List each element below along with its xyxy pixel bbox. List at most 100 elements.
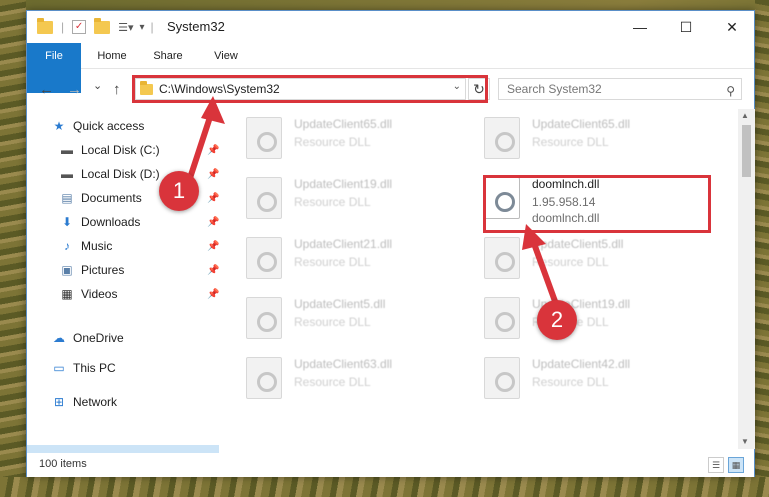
file-item[interactable]: UpdateClient65.dll Resource DLL [484, 113, 704, 163]
dll-file-icon [484, 297, 520, 339]
drive-icon: ▬ [61, 167, 73, 181]
step-badge-2: 2 [537, 300, 577, 340]
download-icon: ⬇ [61, 215, 73, 229]
pin-icon[interactable]: 📌 [207, 217, 219, 228]
music-icon: ♪ [64, 239, 70, 253]
sidebar-item-pictures[interactable]: ▣ Pictures [59, 259, 124, 281]
sidebar-item-label: Music [81, 239, 113, 253]
item-count: 100 items [39, 458, 87, 470]
file-type: Resource DLL [294, 195, 371, 209]
file-item[interactable]: UpdateClient21.dll Resource DLL [246, 233, 466, 283]
file-item[interactable]: UpdateClient5.dll Resource DLL [484, 233, 704, 283]
pin-icon[interactable]: 📌 [207, 145, 219, 156]
navigation-pane: ★ Quick access ▬ Local Disk (C:) 📌 ▬ Loc… [27, 109, 219, 469]
sidebar-item-videos[interactable]: ▦ Videos [59, 283, 117, 305]
desktop-background-bottom [0, 477, 769, 497]
star-icon: ★ [53, 119, 65, 133]
tab-home[interactable]: Home [89, 43, 135, 69]
file-name: UpdateClient65.dll [294, 117, 393, 131]
sidebar-item-label: Quick access [73, 119, 145, 133]
sidebar-item-label: Pictures [81, 263, 125, 277]
file-type: Resource DLL [294, 315, 371, 329]
dll-file-icon [484, 237, 520, 279]
sidebar-item-label: Downloads [81, 215, 141, 229]
customize-toolbar-icon[interactable]: ☰▾ [118, 21, 133, 34]
vertical-scrollbar[interactable]: ▲ ▼ [738, 109, 755, 449]
minimize-button[interactable]: — [617, 11, 663, 43]
dll-file-icon [246, 357, 282, 399]
properties-icon[interactable]: ✓ [72, 20, 87, 34]
close-button[interactable]: ✕ [709, 11, 755, 43]
sidebar-item-label: Local Disk (D:) [81, 167, 160, 181]
sidebar-item-network[interactable]: ⊞ Network [51, 391, 117, 413]
desktop-background-left [0, 0, 26, 497]
sidebar-item-documents[interactable]: ▤ Documents [59, 187, 142, 209]
scroll-down-icon[interactable]: ▼ [741, 437, 749, 446]
sidebar-item-label: Network [73, 395, 118, 409]
file-list: UpdateClient65.dll Resource DLL UpdateCl… [232, 109, 737, 449]
quick-access-toolbar: | ✓ ☰▾ ▾ | [37, 17, 154, 35]
pin-icon[interactable]: 📌 [207, 241, 219, 252]
sidebar-item-local-disk-d[interactable]: ▬ Local Disk (D:) [59, 163, 160, 185]
title-bar: | ✓ ☰▾ ▾ | System32 — ☐ ✕ [27, 11, 754, 43]
file-type: Resource DLL [532, 255, 609, 269]
file-type: Resource DLL [532, 135, 609, 149]
dll-file-icon [484, 357, 520, 399]
dll-file-icon [246, 297, 282, 339]
file-type: Resource DLL [294, 135, 371, 149]
new-folder-icon[interactable] [94, 17, 111, 34]
cloud-icon: ☁ [53, 331, 65, 345]
file-item[interactable]: UpdateClient5.dll Resource DLL [246, 293, 466, 343]
file-item[interactable]: UpdateClient65.dll Resource DLL [246, 113, 466, 163]
toolbar-separator: | [61, 20, 65, 34]
tab-view[interactable]: View [203, 43, 249, 69]
sidebar-item-label: Videos [81, 287, 118, 301]
file-name: UpdateClient63.dll [294, 357, 393, 371]
file-item[interactable]: UpdateClient42.dll Resource DLL [484, 353, 704, 403]
dll-file-icon [246, 237, 282, 279]
tab-share[interactable]: Share [145, 43, 191, 69]
recent-locations-icon[interactable]: ⌄ [93, 79, 102, 92]
file-name: UpdateClient42.dll [532, 357, 631, 371]
back-arrow-icon[interactable]: ← [39, 81, 54, 98]
sidebar-item-this-pc[interactable]: ▭ This PC [51, 357, 116, 379]
pin-icon[interactable]: 📌 [207, 289, 219, 300]
search-input[interactable]: Search System32 ⚲ [498, 78, 742, 100]
sidebar-item-downloads[interactable]: ⬇ Downloads [59, 211, 140, 233]
file-type: Resource DLL [294, 375, 371, 389]
scroll-up-icon[interactable]: ▲ [741, 111, 749, 120]
status-bar: 100 items ☰ ▦ [27, 453, 754, 477]
sidebar-item-quick-access[interactable]: ★ Quick access [51, 115, 145, 137]
file-type: Resource DLL [294, 255, 371, 269]
dll-file-icon [246, 177, 282, 219]
sidebar-item-label: This PC [73, 361, 116, 375]
file-explorer-window: | ✓ ☰▾ ▾ | System32 — ☐ ✕ File Home Shar… [26, 10, 755, 477]
pin-icon[interactable]: 📌 [207, 265, 219, 276]
pin-icon[interactable]: 📌 [207, 169, 219, 180]
file-item[interactable]: UpdateClient19.dll Resource DLL [484, 293, 704, 343]
address-highlight-box [132, 75, 488, 103]
sidebar-item-local-disk-c[interactable]: ▬ Local Disk (C:) [59, 139, 160, 161]
sidebar-item-label: Documents [81, 191, 142, 205]
file-item[interactable]: UpdateClient19.dll Resource DLL [246, 173, 466, 223]
details-view-icon[interactable]: ☰ [708, 457, 724, 473]
pin-icon[interactable]: 📌 [207, 193, 219, 204]
maximize-button[interactable]: ☐ [663, 11, 709, 43]
sidebar-item-onedrive[interactable]: ☁ OneDrive [51, 327, 124, 349]
scroll-thumb[interactable] [742, 125, 751, 177]
navigation-bar: ← → ⌄ ↑ C:\Windows\System32 ⌄ ↻ Search S… [27, 71, 754, 107]
file-item[interactable]: UpdateClient63.dll Resource DLL [246, 353, 466, 403]
large-icons-view-icon[interactable]: ▦ [728, 457, 744, 473]
window-title: System32 [167, 19, 225, 34]
desktop-background-right [755, 0, 769, 497]
step-badge-1: 1 [159, 171, 199, 211]
up-arrow-icon[interactable]: ↑ [113, 81, 121, 98]
dll-file-icon [246, 117, 282, 159]
drive-icon: ▬ [61, 143, 73, 157]
file-name: UpdateClient5.dll [532, 237, 624, 251]
forward-arrow-icon[interactable]: → [67, 81, 82, 98]
toolbar-dropdown-icon[interactable]: ▾ [140, 22, 145, 33]
documents-icon: ▤ [61, 191, 73, 205]
sidebar-item-music[interactable]: ♪ Music [59, 235, 112, 257]
file-name: UpdateClient5.dll [294, 297, 386, 311]
